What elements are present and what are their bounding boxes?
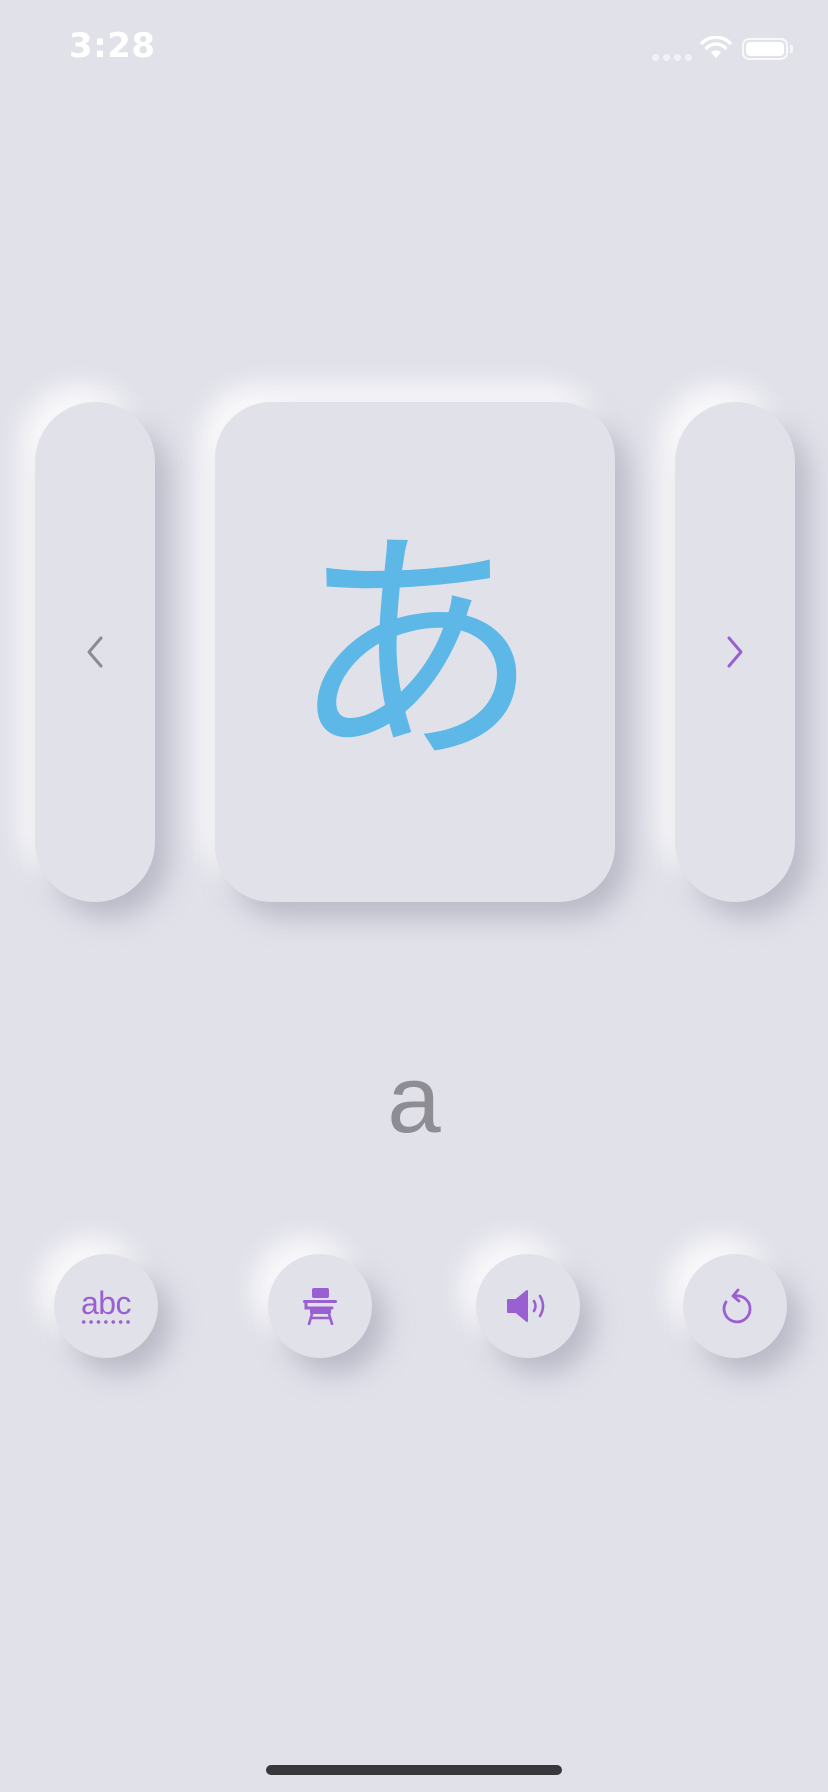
battery-icon	[742, 38, 788, 60]
rotate-icon	[722, 1288, 752, 1324]
signal-dots-icon	[652, 54, 692, 62]
next-card-button[interactable]	[675, 402, 795, 902]
romaji-toggle-button[interactable]: abc	[54, 1254, 158, 1358]
abc-icon: abc	[80, 1285, 132, 1324]
reset-button[interactable]	[683, 1254, 787, 1358]
play-sound-button[interactable]	[476, 1254, 580, 1358]
practice-button[interactable]	[268, 1254, 372, 1358]
kana-character: あ	[290, 506, 540, 797]
chevron-right-icon	[727, 636, 743, 668]
kana-card[interactable]: あ	[215, 402, 615, 902]
previous-card-button[interactable]	[35, 402, 155, 902]
status-time: 3:28	[69, 26, 156, 66]
abc-dots	[80, 1320, 132, 1324]
wifi-icon	[700, 36, 732, 58]
battery-nub	[790, 45, 793, 53]
school-desk-icon	[303, 1288, 337, 1325]
chevron-left-icon	[87, 636, 103, 668]
home-indicator[interactable]	[266, 1765, 562, 1775]
abc-icon-label: abc	[80, 1285, 132, 1321]
romaji-label: a	[387, 1046, 441, 1153]
speaker-icon	[507, 1290, 545, 1322]
